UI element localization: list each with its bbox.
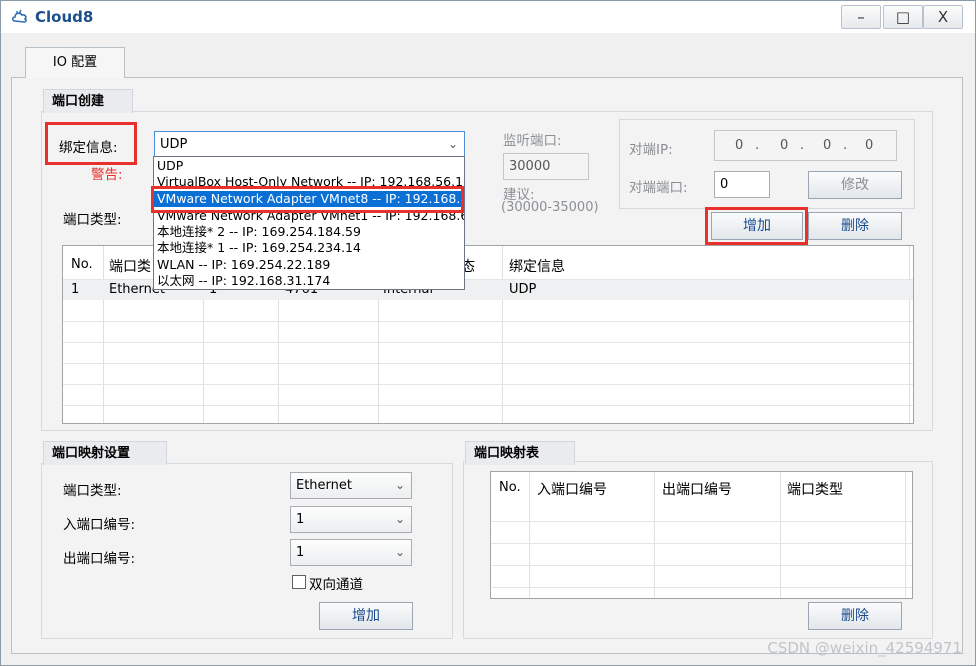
ip-dot: . <box>755 138 760 153</box>
column-divider <box>905 472 906 598</box>
chevron-down-icon: ⌄ <box>447 137 458 151</box>
row-divider <box>63 363 913 364</box>
row-bind-info: UDP <box>509 282 537 297</box>
row-divider <box>491 543 912 544</box>
mapping-header-no: No. <box>499 480 521 495</box>
row-divider <box>63 321 913 322</box>
delete-mapping-button[interactable]: 删除 <box>808 602 902 630</box>
in-port-label: 入端口编号: <box>63 517 136 533</box>
port-mapping-table: No. 入端口编号 出端口编号 端口类型 <box>490 471 913 599</box>
tab-io-config[interactable]: IO 配置 <box>25 47 125 78</box>
column-divider <box>103 246 104 423</box>
dropdown-option[interactable]: 本地连接* 1 -- IP: 169.254.234.14 <box>157 240 361 256</box>
chevron-down-icon: ⌄ <box>394 478 405 492</box>
bind-info-label: 绑定信息: <box>59 140 118 156</box>
row-divider <box>491 521 912 522</box>
port-create-group-label: 端口创建 <box>43 89 133 113</box>
row-divider <box>63 384 913 385</box>
mapping-header-port-type: 端口类型 <box>787 482 843 498</box>
title-bar[interactable]: Cloud8 – □ X <box>1 1 975 33</box>
out-port-select[interactable]: 1 ⌄ <box>290 539 412 566</box>
ip-dot: . <box>800 138 805 153</box>
mapping-header-in-port: 入端口编号 <box>537 482 607 498</box>
chevron-down-icon: ⌄ <box>394 545 405 559</box>
add-mapping-button[interactable]: 增加 <box>319 602 413 630</box>
table-header-port-type: 端口类 <box>109 259 151 275</box>
selected-option-highlight <box>151 186 464 213</box>
column-divider <box>502 246 503 423</box>
bind-info-select[interactable]: UDP ⌄ <box>154 131 465 158</box>
maximize-button[interactable]: □ <box>883 5 923 29</box>
peer-ip-input[interactable]: 0 . 0 . 0 . 0 <box>714 130 897 161</box>
bidirectional-label: 双向通道 <box>309 577 363 593</box>
out-port-label: 出端口编号: <box>63 551 136 567</box>
column-divider <box>654 472 655 598</box>
in-port-value: 1 <box>296 512 305 527</box>
peer-ip-octet: 0 <box>865 138 874 153</box>
minimize-button[interactable]: – <box>841 5 881 29</box>
peer-ip-octet: 0 <box>735 138 744 153</box>
cloud-app-icon <box>11 9 29 25</box>
port-mapping-table-label: 端口映射表 <box>465 441 575 465</box>
peer-ip-label: 对端IP: <box>629 142 673 158</box>
port-mapping-settings-label: 端口映射设置 <box>43 441 167 465</box>
table-header-no: No. <box>71 257 93 272</box>
peer-port-label: 对端端口: <box>629 180 688 196</box>
bidirectional-checkbox[interactable] <box>292 575 306 589</box>
mapping-port-type-value: Ethernet <box>296 478 352 493</box>
in-port-select[interactable]: 1 ⌄ <box>290 506 412 533</box>
dropdown-option[interactable]: WLAN -- IP: 169.254.22.189 <box>157 257 330 273</box>
row-divider <box>491 565 912 566</box>
table-header-bind-info: 绑定信息 <box>509 259 565 275</box>
peer-ip-octet: 0 <box>780 138 789 153</box>
column-divider <box>909 246 910 423</box>
row-divider <box>63 342 913 343</box>
mapping-header-out-port: 出端口编号 <box>662 482 732 498</box>
add-port-button[interactable]: 增加 <box>711 212 803 240</box>
peer-port-input[interactable]: 0 <box>714 171 770 198</box>
window-title: Cloud8 <box>35 8 94 26</box>
ip-dot: . <box>843 138 848 153</box>
chevron-down-icon: ⌄ <box>394 512 405 526</box>
port-type-label: 端口类型: <box>63 212 122 228</box>
listen-port-label: 监听端口: <box>503 133 562 149</box>
out-port-value: 1 <box>296 545 305 560</box>
warning-label: 警告: <box>91 167 123 183</box>
dropdown-option[interactable]: 本地连接* 2 -- IP: 169.254.184.59 <box>157 224 361 240</box>
close-button[interactable]: X <box>923 5 963 29</box>
suggest-range: (30000-35000) <box>501 200 599 215</box>
mapping-port-type-select[interactable]: Ethernet ⌄ <box>290 472 412 499</box>
watermark: CSDN @weixin_42594971 <box>767 639 962 657</box>
delete-port-button[interactable]: 删除 <box>808 212 902 240</box>
modify-button[interactable]: 修改 <box>808 171 902 199</box>
bind-info-dropdown-list[interactable]: UDP VirtualBox Host-Only Network -- IP: … <box>153 156 465 290</box>
row-divider <box>491 587 912 588</box>
bind-info-value: UDP <box>160 137 188 152</box>
cloud8-window: Cloud8 – □ X IO 配置 端口创建 绑定信息: 警告: 端口类型: … <box>0 0 976 666</box>
dropdown-option[interactable]: UDP <box>157 158 183 174</box>
dropdown-option[interactable]: 以太网 -- IP: 192.168.31.174 <box>157 273 330 289</box>
peer-ip-octet: 0 <box>823 138 832 153</box>
listen-port-input[interactable]: 30000 <box>503 153 589 180</box>
column-divider <box>780 472 781 598</box>
mapping-port-type-label: 端口类型: <box>63 483 122 499</box>
row-divider <box>63 405 913 406</box>
row-no: 1 <box>71 282 80 297</box>
column-divider <box>529 472 530 598</box>
